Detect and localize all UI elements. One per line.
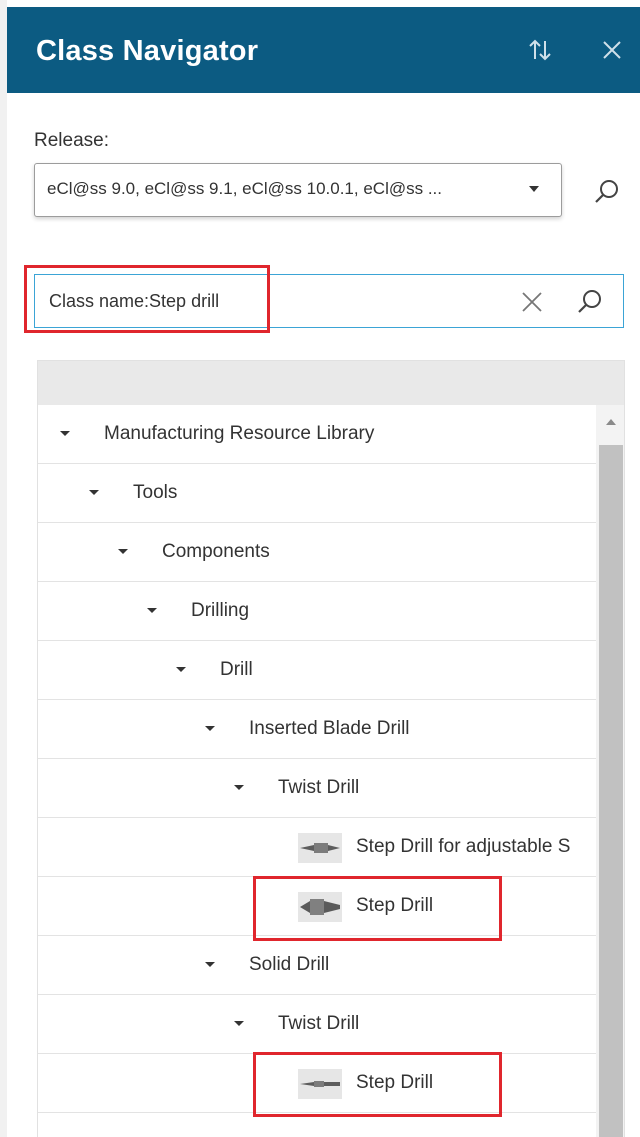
release-dropdown[interactable]: eCl@ss 9.0, eCl@ss 9.1, eCl@ss 10.0.1, e… <box>34 163 562 217</box>
search-icon <box>595 180 618 203</box>
tree-row-partial[interactable] <box>38 1113 596 1137</box>
tree-row-step-drill-adjustable[interactable]: Step Drill for adjustable S <box>38 818 596 877</box>
tree-row-solid-drill[interactable]: Solid Drill <box>38 936 596 995</box>
tree-row-tools[interactable]: Tools <box>38 464 596 523</box>
tree-item-label: Step Drill <box>356 1072 434 1093</box>
release-label: Release: <box>34 130 109 151</box>
drill-thumbnail <box>298 1069 342 1099</box>
tree-item-label: Twist Drill <box>278 1013 360 1034</box>
caret-down-icon[interactable] <box>118 549 128 554</box>
tree-item-label: Step Drill <box>356 895 434 916</box>
chevron-down-icon <box>529 186 539 192</box>
tree-item-label: Drill <box>220 659 253 680</box>
panel-title: Class Navigator <box>36 35 259 67</box>
drill-thumbnail <box>298 833 342 863</box>
class-search-button[interactable] <box>575 286 605 316</box>
tree-row-drilling[interactable]: Drilling <box>38 582 596 641</box>
tree-row-step-drill[interactable]: Step Drill <box>38 1054 596 1113</box>
caret-down-icon[interactable] <box>205 726 215 731</box>
tree-row-drill[interactable]: Drill <box>38 641 596 700</box>
tree-item-label: Components <box>162 541 270 562</box>
close-icon <box>522 292 542 312</box>
tree-item-label: Twist Drill <box>278 777 360 798</box>
tree-row-twist-drill[interactable]: Twist Drill <box>38 995 596 1054</box>
caret-down-icon[interactable] <box>60 431 70 436</box>
class-search-field[interactable] <box>34 274 624 328</box>
tree-item-label: Inserted Blade Drill <box>249 718 410 739</box>
search-icon <box>578 290 601 313</box>
release-dropdown-value: eCl@ss 9.0, eCl@ss 9.1, eCl@ss 10.0.1, e… <box>47 179 442 198</box>
tree-header <box>38 361 624 405</box>
sort-arrows-icon[interactable] <box>525 35 555 65</box>
caret-down-icon[interactable] <box>147 608 157 613</box>
tree-item-label: Drilling <box>191 600 250 621</box>
caret-down-icon[interactable] <box>205 962 215 967</box>
tree-row-manufacturing-resource-library[interactable]: Manufacturing Resource Library <box>38 405 596 464</box>
release-search-button[interactable] <box>592 176 622 206</box>
tree-item-label: Manufacturing Resource Library <box>104 423 375 444</box>
panel-left-edge <box>0 0 7 1137</box>
tree-item-label: Step Drill for adjustable S <box>356 836 571 857</box>
tree-row-step-drill[interactable]: Step Drill <box>38 877 596 936</box>
tree-item-label: Tools <box>133 482 178 503</box>
tree-scrollbar-thumb[interactable] <box>599 445 623 1137</box>
class-search-input[interactable] <box>49 287 509 315</box>
drill-thumbnail <box>298 892 342 922</box>
clear-search-button[interactable] <box>517 287 547 317</box>
tree-row-twist-drill[interactable]: Twist Drill <box>38 759 596 818</box>
tree-row-components[interactable]: Components <box>38 523 596 582</box>
caret-down-icon[interactable] <box>89 490 99 495</box>
caret-down-icon[interactable] <box>234 785 244 790</box>
close-icon[interactable] <box>597 35 627 65</box>
caret-down-icon[interactable] <box>176 667 186 672</box>
panel-header: Class Navigator <box>7 7 640 93</box>
tree-row-inserted-blade-drill[interactable]: Inserted Blade Drill <box>38 700 596 759</box>
caret-down-icon[interactable] <box>234 1021 244 1026</box>
class-tree: Manufacturing Resource Library Tools Com… <box>37 360 625 1137</box>
tree-item-label: Solid Drill <box>249 954 330 975</box>
scroll-up-arrow-icon[interactable] <box>606 419 616 425</box>
